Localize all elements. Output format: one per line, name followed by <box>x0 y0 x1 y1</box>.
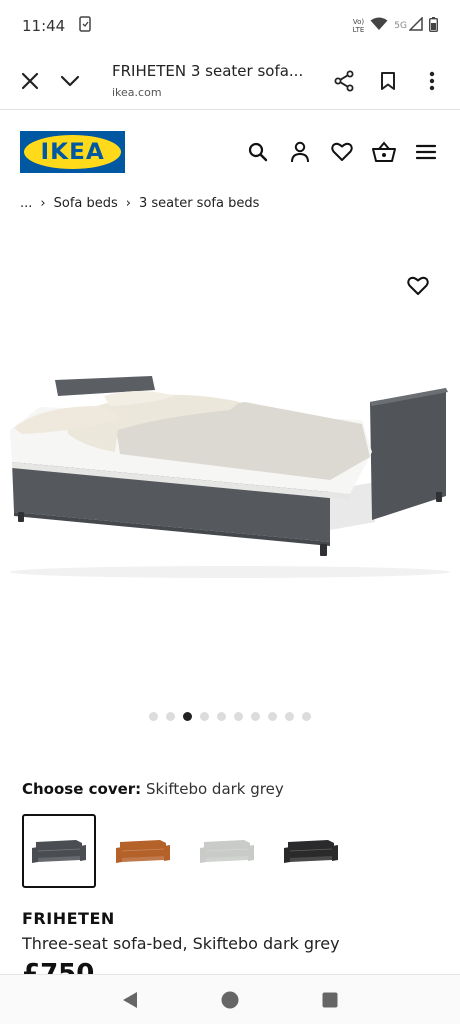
back-icon[interactable] <box>112 982 148 1018</box>
status-bar: 11:44 Vo) LTE 5G <box>0 0 460 52</box>
menu-icon[interactable] <box>412 138 440 166</box>
sofa-thumbnail-icon <box>200 840 254 863</box>
cover-swatch[interactable] <box>22 814 96 888</box>
product-gallery[interactable] <box>0 232 460 702</box>
site-header: IKEA <box>0 122 460 182</box>
cover-value: Skiftebo dark grey <box>145 780 284 798</box>
sofa-thumbnail-icon <box>284 840 338 863</box>
recents-icon[interactable] <box>312 982 348 1018</box>
sofa-thumbnail-icon <box>32 840 86 863</box>
favourite-heart-icon[interactable] <box>402 270 434 302</box>
product-price: £750 <box>22 962 112 974</box>
gallery-dot[interactable] <box>200 712 209 721</box>
product-image <box>10 376 450 578</box>
search-icon[interactable] <box>244 138 272 166</box>
gallery-dot[interactable] <box>302 712 311 721</box>
gallery-dot[interactable] <box>183 712 192 721</box>
close-icon[interactable] <box>10 61 50 101</box>
cover-swatch[interactable] <box>190 814 264 888</box>
browser-toolbar: FRIHETEN 3 seater sofa... ikea.com <box>0 52 460 110</box>
cover-swatch[interactable] <box>106 814 180 888</box>
more-vert-icon[interactable] <box>412 61 452 101</box>
screenshot-icon <box>79 16 91 36</box>
product-name: FRIHETEN <box>22 909 115 928</box>
browser-title-area[interactable]: FRIHETEN 3 seater sofa... ikea.com <box>112 62 324 99</box>
breadcrumb-separator: › <box>40 196 46 211</box>
ikea-logo[interactable]: IKEA <box>20 131 125 173</box>
network-indicator: Vo) LTE <box>352 18 365 34</box>
gallery-dot[interactable] <box>217 712 226 721</box>
signal-type: 5G <box>394 21 407 31</box>
cover-label: Choose cover: <box>22 780 142 798</box>
signal-icon <box>408 16 423 35</box>
gallery-dot[interactable] <box>251 712 260 721</box>
page-title: FRIHETEN 3 seater sofa... <box>112 62 304 80</box>
gallery-dot[interactable] <box>234 712 243 721</box>
status-time: 11:44 <box>22 17 66 35</box>
cover-swatches <box>22 814 348 888</box>
gallery-pagination <box>0 712 460 721</box>
breadcrumb-item-sofa-beds[interactable]: Sofa beds <box>54 196 118 211</box>
bookmark-icon[interactable] <box>368 61 408 101</box>
page-url: ikea.com <box>112 86 162 99</box>
share-icon[interactable] <box>324 61 364 101</box>
wifi-icon <box>370 17 388 35</box>
sofa-thumbnail-icon <box>116 840 170 863</box>
breadcrumb-ellipsis[interactable]: ... <box>20 196 32 211</box>
cover-swatch[interactable] <box>274 814 348 888</box>
system-nav-bar <box>0 974 460 1024</box>
heart-icon[interactable] <box>328 138 356 166</box>
breadcrumb-separator: › <box>125 196 131 211</box>
product-description: Three-seat sofa-bed, Skiftebo dark grey <box>22 934 340 953</box>
gallery-dot[interactable] <box>166 712 175 721</box>
breadcrumb-item-3-seater-sofa-beds[interactable]: 3 seater sofa beds <box>139 196 259 211</box>
cover-selection: Choose cover: Skiftebo dark grey <box>22 780 284 798</box>
home-icon[interactable] <box>212 982 248 1018</box>
gallery-dot[interactable] <box>268 712 277 721</box>
battery-icon <box>428 16 438 36</box>
chevron-down-icon[interactable] <box>50 61 90 101</box>
breadcrumb: ... › Sofa beds › 3 seater sofa beds <box>20 196 259 211</box>
gallery-dot[interactable] <box>149 712 158 721</box>
account-icon[interactable] <box>286 138 314 166</box>
gallery-dot[interactable] <box>285 712 294 721</box>
basket-icon[interactable] <box>370 138 398 166</box>
